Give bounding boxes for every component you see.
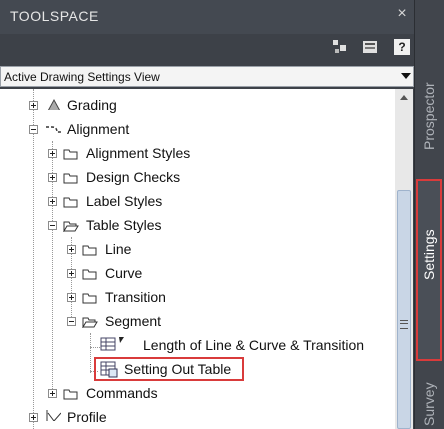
selection-highlight	[94, 357, 244, 381]
grip-icon	[400, 320, 408, 329]
display-mode-icon[interactable]	[332, 39, 348, 55]
expand-toggle[interactable]	[48, 197, 57, 206]
collapse-toggle[interactable]	[67, 317, 76, 326]
expand-toggle[interactable]	[29, 413, 38, 422]
folder-icon	[82, 269, 97, 280]
expand-toggle[interactable]	[67, 293, 76, 302]
folder-icon	[82, 293, 97, 304]
folder-icon	[63, 149, 78, 160]
tab-settings-label: Settings	[421, 229, 437, 280]
expand-toggle[interactable]	[67, 269, 76, 278]
collapse-toggle[interactable]	[48, 221, 57, 230]
item-view-icon[interactable]	[362, 39, 378, 55]
expand-toggle[interactable]	[67, 245, 76, 254]
folder-open-icon	[63, 221, 79, 232]
tree-item-design-checks[interactable]: Design Checks	[86, 166, 180, 188]
grading-icon	[47, 98, 61, 110]
tree-item-line[interactable]: Line	[105, 238, 131, 260]
scroll-thumb[interactable]	[397, 190, 411, 429]
tree-item-length-of-line[interactable]: Length of Line & Curve & Transition	[143, 334, 364, 356]
tree-item-alignment-styles[interactable]: Alignment Styles	[86, 142, 190, 164]
tree-item-curve[interactable]: Curve	[105, 262, 142, 284]
tree-item-table-styles[interactable]: Table Styles	[86, 214, 161, 236]
folder-icon	[63, 389, 78, 400]
tree-item-segment[interactable]: Segment	[105, 310, 161, 332]
folder-open-icon	[82, 317, 98, 328]
chevron-down-icon[interactable]	[401, 73, 411, 79]
table-style-icon	[100, 337, 124, 351]
collapse-toggle[interactable]	[29, 125, 38, 134]
expand-toggle[interactable]	[48, 149, 57, 158]
tree-item-transition[interactable]: Transition	[105, 286, 166, 308]
tree-item-profile[interactable]: Profile	[67, 406, 107, 428]
window-title: TOOLSPACE	[10, 8, 99, 24]
expand-toggle[interactable]	[29, 101, 38, 110]
tab-prospector-label: Prospector	[421, 82, 437, 150]
tree-item-label-styles[interactable]: Label Styles	[86, 190, 162, 212]
expand-toggle[interactable]	[48, 389, 57, 398]
folder-icon	[63, 173, 78, 184]
help-button[interactable]: ?	[394, 39, 410, 55]
tree-item-alignment[interactable]: Alignment	[67, 118, 129, 140]
expand-toggle[interactable]	[48, 173, 57, 182]
tab-survey-label: Survey	[421, 382, 437, 426]
close-icon[interactable]: ×	[394, 6, 410, 22]
toolbar	[0, 34, 414, 64]
profile-icon	[46, 410, 61, 421]
view-select-value: Active Drawing Settings View	[4, 70, 160, 84]
tree-item-commands[interactable]: Commands	[86, 382, 158, 404]
tree-item-grading[interactable]: Grading	[67, 94, 117, 116]
alignment-icon	[46, 126, 61, 133]
scroll-up-icon[interactable]	[395, 89, 413, 107]
folder-icon	[82, 245, 97, 256]
folder-icon	[63, 197, 78, 208]
